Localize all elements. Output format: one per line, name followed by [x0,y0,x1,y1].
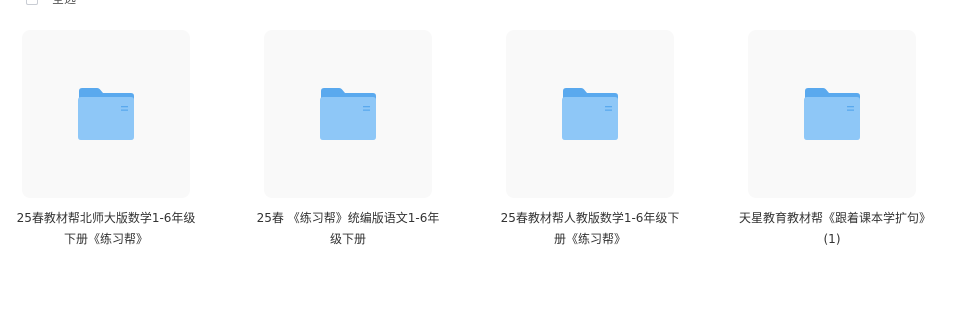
folder-icon [561,87,619,141]
folder-item[interactable]: 25春 《练习帮》统编版语文1-6年级下册 [253,30,443,250]
folder-item[interactable]: 25春教材帮人教版数学1-6年级下册《练习帮》 [495,30,685,250]
folder-icon [77,87,135,141]
select-all-checkbox[interactable] [26,0,38,5]
folder-item[interactable]: 天星教育教材帮《跟着课本学扩句》(1) [737,30,927,250]
folder-icon [803,87,861,141]
folder-icon [319,87,377,141]
file-grid: 25春教材帮北师大版数学1-6年级下册《练习帮》 25春 《练习帮》统编版语文1… [0,30,959,290]
folder-name[interactable]: 25春教材帮人教版数学1-6年级下册《练习帮》 [495,208,685,250]
folder-name[interactable]: 25春 《练习帮》统编版语文1-6年级下册 [253,208,443,250]
folder-item[interactable]: 25春教材帮北师大版数学1-6年级下册《练习帮》 [11,30,201,250]
folder-name[interactable]: 天星教育教材帮《跟着课本学扩句》(1) [737,208,927,250]
folder-thumbnail[interactable] [748,30,916,198]
folder-thumbnail[interactable] [22,30,190,198]
select-all-label: 全选 [52,0,76,6]
folder-thumbnail[interactable] [506,30,674,198]
select-all[interactable]: 全选 [26,0,76,6]
folder-thumbnail[interactable] [264,30,432,198]
folder-name[interactable]: 25春教材帮北师大版数学1-6年级下册《练习帮》 [11,208,201,250]
